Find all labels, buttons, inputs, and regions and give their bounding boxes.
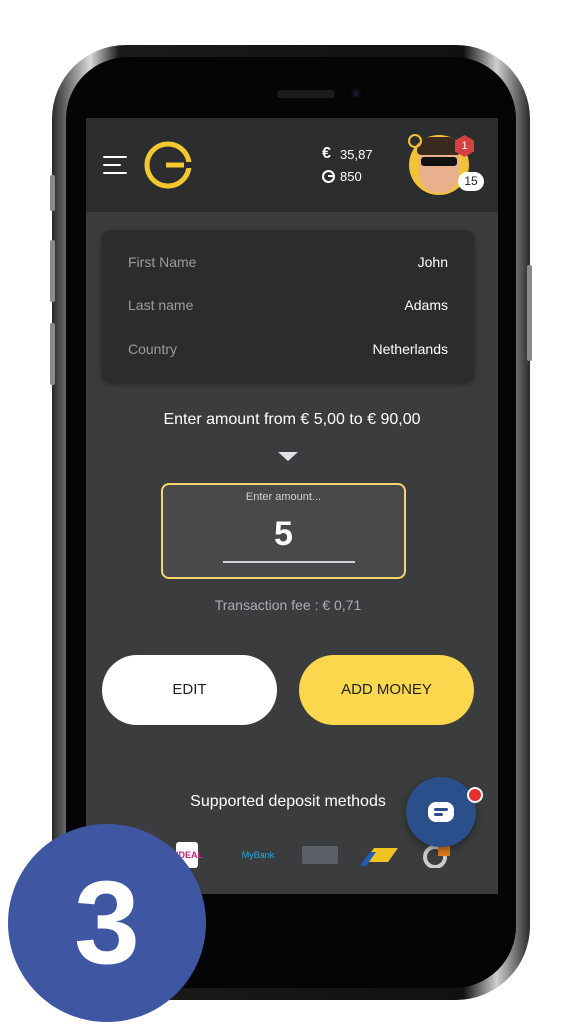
profile-label: Last name <box>128 297 194 313</box>
bank-transfer-logo <box>358 842 402 868</box>
profile-card: First Name John Last name Adams Country … <box>102 230 474 382</box>
amount-input-box[interactable]: Enter amount... 5 <box>161 483 406 579</box>
add-money-button[interactable]: ADD MONEY <box>299 655 474 725</box>
power-button <box>527 265 532 361</box>
amount-input[interactable]: 5 <box>163 515 404 554</box>
euro-balance-value: 35,87 <box>340 146 373 162</box>
chat-notification-dot <box>467 787 483 803</box>
points-value: 850 <box>340 168 362 184</box>
top-bar: € 35,87 850 1 15 <box>86 118 498 212</box>
speaker-grille <box>277 90 335 98</box>
input-underline <box>223 561 355 563</box>
coin-icon <box>408 134 422 148</box>
volume-down-button <box>50 323 55 385</box>
points-icon <box>322 169 335 183</box>
app-logo <box>144 141 192 189</box>
profile-label: First Name <box>128 254 197 270</box>
edit-button[interactable]: EDIT <box>102 655 277 725</box>
avatar-glasses <box>421 157 457 166</box>
profile-label: Country <box>128 341 178 357</box>
points-balance: 850 <box>322 165 373 187</box>
card-logo <box>302 846 338 864</box>
menu-icon[interactable] <box>103 156 127 174</box>
profile-value: Netherlands <box>372 341 449 357</box>
profile-row-last-name: Last name Adams <box>128 297 448 317</box>
avatar-hair <box>417 137 461 155</box>
mute-switch <box>50 175 55 211</box>
euro-balance: € 35,87 <box>322 143 373 165</box>
caret-down-icon <box>278 452 298 461</box>
mybank-logo: MyBank <box>241 850 275 860</box>
step-number-badge: 3 <box>8 824 206 1022</box>
profile-row-first-name: First Name John <box>128 254 448 274</box>
app-screen: € 35,87 850 1 15 First Name John Last na… <box>86 118 498 894</box>
transaction-fee: Transaction fee : € 0,71 <box>214 597 362 613</box>
chat-icon <box>428 802 454 822</box>
balance-panel: € 35,87 850 <box>322 143 373 187</box>
profile-value: Adams <box>404 297 448 313</box>
amount-placeholder: Enter amount... <box>245 491 322 503</box>
front-camera <box>351 88 361 98</box>
profile-value: John <box>417 254 448 270</box>
level-badge: 15 <box>458 172 484 191</box>
euro-icon: € <box>322 145 331 162</box>
volume-up-button <box>50 240 55 302</box>
amount-range-text: Enter amount from € 5,00 to € 90,00 <box>163 411 421 428</box>
chat-button[interactable] <box>406 777 483 847</box>
profile-row-country: Country Netherlands <box>128 341 448 361</box>
deposit-methods-list: IDEAL MyBank <box>176 842 476 872</box>
